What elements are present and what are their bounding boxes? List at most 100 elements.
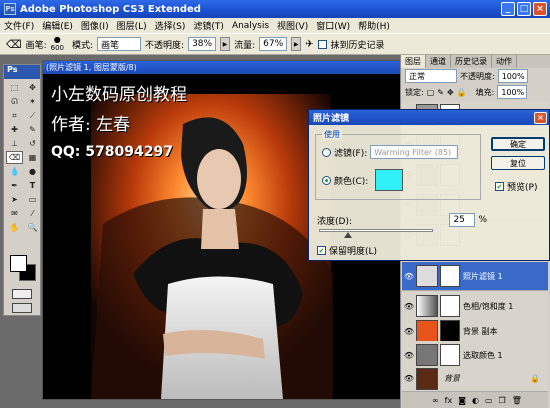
eye-icon[interactable]: 👁 xyxy=(402,327,416,336)
eyedropper-tool-icon[interactable]: ⁄ xyxy=(24,207,41,220)
watermark-qq: QQ: 578094297 xyxy=(51,144,173,160)
density-input[interactable]: 25 xyxy=(449,213,476,227)
window-title: Adobe Photoshop CS3 Extended xyxy=(20,3,201,15)
dialog-close-button[interactable]: × xyxy=(534,111,547,124)
preserve-luminosity-checkbox[interactable]: ✔ xyxy=(317,246,326,255)
erase-history-checkbox[interactable] xyxy=(317,39,327,49)
reset-button[interactable]: 复位 xyxy=(491,156,545,170)
flow-value: 67% xyxy=(263,39,284,49)
maximize-button[interactable]: □ xyxy=(517,2,531,16)
crop-tool-icon[interactable]: ⌗ xyxy=(6,109,23,122)
lasso-tool-icon[interactable]: ᘏ xyxy=(6,95,23,108)
menu-image[interactable]: 图像(I) xyxy=(81,19,109,32)
path-select-tool-icon[interactable]: ➤ xyxy=(6,193,23,206)
gradient-tool-icon[interactable]: ▦ xyxy=(24,151,41,164)
zoom-tool-icon[interactable]: 🔍 xyxy=(24,221,41,234)
color-swatches[interactable] xyxy=(10,255,38,283)
lock-paint-icon[interactable]: ✎ xyxy=(437,88,444,97)
shape-tool-icon[interactable]: ▭ xyxy=(24,193,41,206)
flow-arrow-icon[interactable]: ▶ xyxy=(291,37,302,51)
add-mask-icon[interactable]: ◙ xyxy=(458,396,466,405)
notes-tool-icon[interactable]: ✉ xyxy=(6,207,23,220)
delete-layer-icon[interactable]: 🗑 xyxy=(512,396,522,405)
eye-icon[interactable]: 👁 xyxy=(402,302,416,311)
filter-select[interactable]: Warming Filter (85) xyxy=(370,145,459,159)
menu-file[interactable]: 文件(F) xyxy=(4,19,34,32)
history-brush-tool-icon[interactable]: ↺ xyxy=(24,137,41,150)
mode-select[interactable]: 画笔 xyxy=(97,37,142,51)
close-button[interactable]: × xyxy=(533,2,547,16)
airbrush-icon[interactable]: ✈ xyxy=(305,39,313,50)
brush-tool-icon[interactable]: ✎ xyxy=(24,123,41,136)
eraser-tool-icon[interactable]: ⌫ xyxy=(6,38,22,51)
flow-label: 流量: xyxy=(234,40,256,51)
menu-analysis[interactable]: Analysis xyxy=(232,21,269,31)
opacity-input[interactable]: 38% xyxy=(188,37,217,51)
layer-style-icon[interactable]: fx xyxy=(445,396,453,405)
tab-channels[interactable]: 通道 xyxy=(426,55,451,68)
lock-move-icon[interactable]: ✥ xyxy=(447,88,454,97)
flow-input[interactable]: 67% xyxy=(259,37,288,51)
menu-help[interactable]: 帮助(H) xyxy=(358,19,390,32)
color-radio[interactable] xyxy=(322,175,331,185)
quick-mask-icon[interactable] xyxy=(12,289,32,299)
marquee-tool-icon[interactable]: ⬚ xyxy=(6,81,23,94)
menu-layer[interactable]: 图层(L) xyxy=(117,19,147,32)
filter-color-swatch[interactable] xyxy=(375,169,404,191)
tab-history[interactable]: 历史记录 xyxy=(451,55,492,68)
blur-tool-icon[interactable]: 💧 xyxy=(6,165,23,178)
eye-icon[interactable]: 👁 xyxy=(402,272,416,281)
preview-checkbox[interactable]: ✔ xyxy=(495,182,504,191)
layer-row-background[interactable]: 👁 背景 🔒 xyxy=(402,366,548,392)
blend-mode-value: 正常 xyxy=(409,71,425,81)
layer-opacity-input[interactable]: 100% xyxy=(497,69,528,83)
density-value: 25 xyxy=(453,215,465,225)
menu-window[interactable]: 窗口(W) xyxy=(316,19,350,32)
opacity-arrow-icon[interactable]: ▶ xyxy=(220,37,231,51)
tab-actions[interactable]: 动作 xyxy=(492,55,517,68)
layer-name: 背景 副本 xyxy=(463,326,498,336)
eye-icon[interactable]: 👁 xyxy=(402,374,416,383)
brush-picker[interactable]: ● 600 xyxy=(51,36,64,53)
magic-wand-tool-icon[interactable]: ✶ xyxy=(24,95,41,108)
toolbox-header: Ps xyxy=(4,65,40,79)
adjustment-layer-button-icon[interactable]: ◐ xyxy=(472,396,479,405)
minimize-button[interactable]: _ xyxy=(501,2,515,16)
menu-view[interactable]: 视图(V) xyxy=(277,19,308,32)
blend-mode-select[interactable]: 正常 xyxy=(405,69,457,83)
slice-tool-icon[interactable]: ⟋ xyxy=(24,109,41,122)
move-tool-icon[interactable]: ✥ xyxy=(24,81,41,94)
eye-icon[interactable]: 👁 xyxy=(402,351,416,360)
tab-layers[interactable]: 图层 xyxy=(401,55,426,68)
fill-input[interactable]: 100% xyxy=(497,85,528,99)
menu-select[interactable]: 选择(S) xyxy=(155,19,186,32)
stamp-tool-icon[interactable]: ⊥ xyxy=(6,137,23,150)
hand-tool-icon[interactable]: ✋ xyxy=(6,221,23,234)
density-label: 浓度(D): xyxy=(317,216,352,227)
layer-row-photo-filter[interactable]: 👁 照片滤镜 1 xyxy=(402,262,548,291)
ok-button[interactable]: 确定 xyxy=(491,137,545,151)
menu-filter[interactable]: 滤镜(T) xyxy=(193,19,224,32)
options-bar: ⌫ 画笔: ● 600 模式: 画笔 不透明度: 38% ▶ 流量: 67% ▶… xyxy=(0,33,550,55)
layer-mask-thumbnail xyxy=(440,344,460,366)
menu-edit[interactable]: 编辑(E) xyxy=(42,19,73,32)
healing-tool-icon[interactable]: ✚ xyxy=(6,123,23,136)
adjustment-layer-icon xyxy=(416,295,438,317)
lock-transparent-icon[interactable]: ▢ xyxy=(427,88,435,97)
eraser-tool-icon[interactable]: ⌫ xyxy=(6,151,23,164)
type-tool-icon[interactable]: T xyxy=(24,179,41,192)
link-layers-icon[interactable]: ∞ xyxy=(432,396,439,405)
layer-thumbnail xyxy=(416,367,438,390)
layer-mask-thumbnail xyxy=(440,295,460,317)
dodge-tool-icon[interactable]: ● xyxy=(24,165,41,178)
pen-tool-icon[interactable]: ✒ xyxy=(6,179,23,192)
density-slider[interactable] xyxy=(319,229,433,238)
density-slider-thumb[interactable] xyxy=(344,232,352,238)
lock-all-icon[interactable]: 🔒 xyxy=(457,88,467,97)
new-layer-icon[interactable]: ❐ xyxy=(499,396,506,405)
group-icon[interactable]: ▭ xyxy=(485,396,493,405)
screen-mode-icon[interactable] xyxy=(12,303,32,313)
foreground-color-swatch[interactable] xyxy=(10,255,27,272)
filter-radio[interactable] xyxy=(322,147,331,157)
layer-name: 色相/饱和度 1 xyxy=(463,301,514,311)
